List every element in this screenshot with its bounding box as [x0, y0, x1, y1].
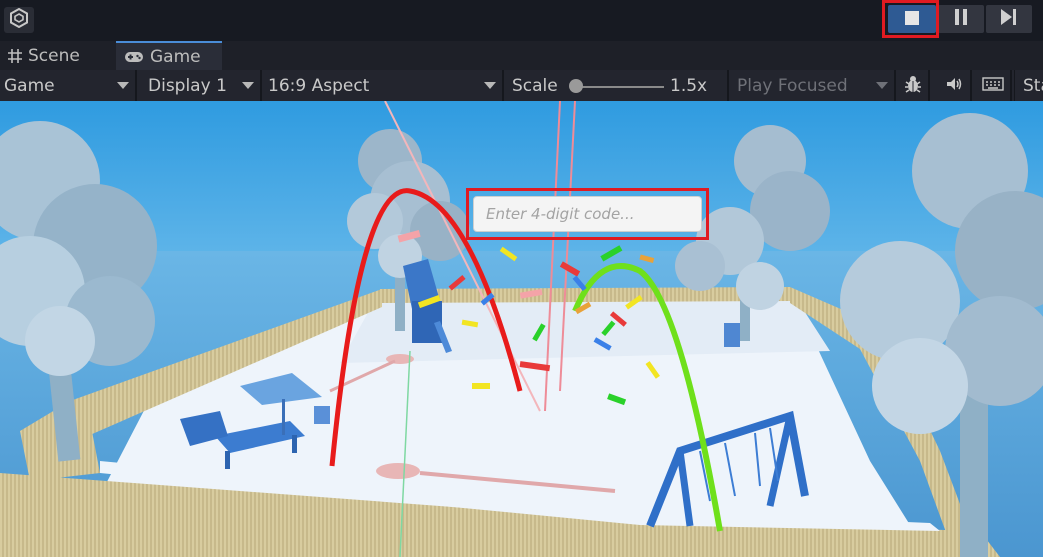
display-value: Display 1	[148, 75, 227, 96]
shortcuts-button[interactable]	[976, 70, 1012, 101]
unity-editor: Scene Game Game Display 1 16:9 Aspect Sc…	[0, 0, 1043, 557]
view-mode-dropdown[interactable]: Game	[0, 70, 137, 101]
scale-label: Scale	[512, 76, 558, 96]
unity-hexagon-icon	[10, 7, 28, 32]
chevron-down-icon	[242, 82, 254, 89]
display-dropdown[interactable]: Display 1	[139, 70, 262, 101]
mute-audio-button[interactable]	[940, 70, 972, 101]
scale-slider-track[interactable]	[576, 86, 664, 88]
chevron-down-icon	[876, 82, 888, 89]
tab-bar: Scene Game	[0, 41, 1043, 71]
scale-control: Scale 1.5x	[506, 70, 729, 101]
stats-button[interactable]: Sta	[1014, 70, 1043, 101]
scale-value: 1.5x	[670, 76, 708, 96]
unity-logo-button[interactable]	[4, 7, 34, 33]
game-view-toolbar: Game Display 1 16:9 Aspect Scale 1.5x Pl…	[0, 70, 1043, 101]
chevron-down-icon	[484, 82, 496, 89]
tab-game[interactable]: Game	[116, 41, 222, 70]
step-icon	[1000, 9, 1018, 29]
scale-slider-handle[interactable]	[569, 79, 583, 93]
code-input[interactable]	[473, 196, 702, 232]
speaker-icon	[946, 76, 964, 95]
game-scene	[0, 101, 1043, 557]
pause-icon	[954, 9, 968, 29]
stats-label: Sta	[1023, 75, 1043, 96]
pause-button[interactable]	[938, 5, 984, 33]
tab-scene-label: Scene	[28, 45, 80, 66]
play-mode-dropdown[interactable]: Play Focused	[731, 70, 896, 101]
keyboard-icon	[982, 76, 1004, 95]
frame-debugger-button[interactable]	[898, 70, 930, 101]
tab-scene[interactable]: Scene	[8, 41, 80, 70]
chevron-down-icon	[117, 82, 129, 89]
bug-icon	[903, 74, 923, 98]
gamepad-icon	[124, 50, 144, 64]
game-viewport[interactable]	[0, 101, 1043, 557]
aspect-dropdown[interactable]: 16:9 Aspect	[264, 70, 504, 101]
view-mode-value: Game	[4, 75, 55, 96]
step-button[interactable]	[986, 5, 1032, 33]
grid-icon	[8, 48, 22, 63]
top-toolbar	[0, 0, 1043, 41]
play-mode-value: Play Focused	[737, 75, 848, 96]
stop-button-highlight	[882, 0, 939, 38]
tab-game-label: Game	[150, 46, 201, 67]
aspect-value: 16:9 Aspect	[268, 75, 370, 96]
code-input-highlight	[466, 188, 709, 240]
